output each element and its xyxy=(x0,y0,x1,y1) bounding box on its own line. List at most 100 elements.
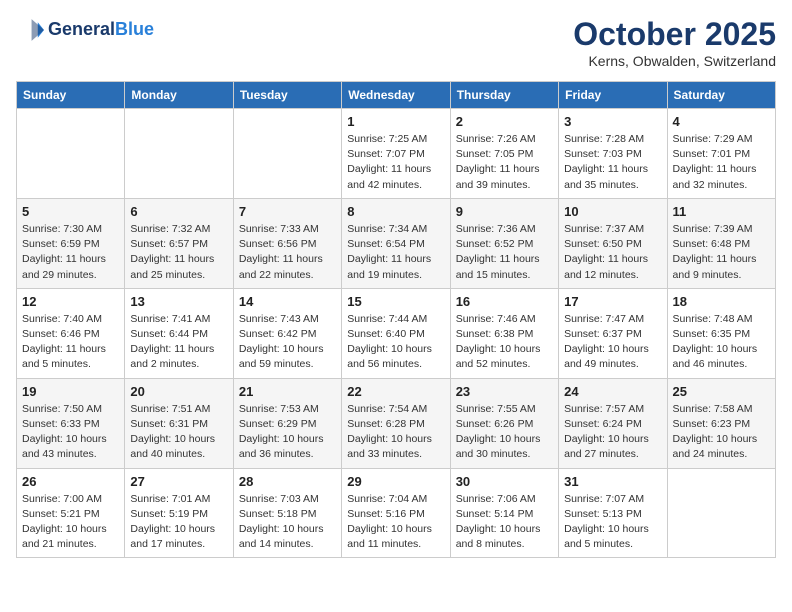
day-info: Sunrise: 7:03 AMSunset: 5:18 PMDaylight:… xyxy=(239,492,336,553)
calendar-cell: 25 Sunrise: 7:58 AMSunset: 6:23 PMDayligh… xyxy=(667,378,775,468)
calendar-cell: 23 Sunrise: 7:55 AMSunset: 6:26 PMDayligh… xyxy=(450,378,558,468)
day-info: Sunrise: 7:46 AMSunset: 6:38 PMDaylight:… xyxy=(456,312,553,373)
calendar-week-row: 26Sunrise: 7:00 AMSunset: 5:21 PMDayligh… xyxy=(17,468,776,558)
day-number: 15 xyxy=(347,294,444,309)
day-info: Sunrise: 7:01 AMSunset: 5:19 PMDaylight:… xyxy=(130,492,227,553)
calendar-cell: 11 Sunrise: 7:39 AMSunset: 6:48 PMDayligh… xyxy=(667,198,775,288)
day-info: Sunrise: 7:53 AMSunset: 6:29 PMDaylight:… xyxy=(239,402,336,463)
location: Kerns, Obwalden, Switzerland xyxy=(573,53,776,69)
day-info: Sunrise: 7:55 AMSunset: 6:26 PMDaylight:… xyxy=(456,402,553,463)
day-number: 24 xyxy=(564,384,661,399)
title-block: October 2025 Kerns, Obwalden, Switzerlan… xyxy=(573,16,776,69)
calendar-header-row: SundayMondayTuesdayWednesdayThursdayFrid… xyxy=(17,82,776,109)
column-header-monday: Monday xyxy=(125,82,233,109)
day-info: Sunrise: 7:29 AMSunset: 7:01 PMDaylight:… xyxy=(673,132,770,193)
calendar-cell: 28 Sunrise: 7:03 AMSunset: 5:18 PMDayligh… xyxy=(233,468,341,558)
day-info: Sunrise: 7:25 AMSunset: 7:07 PMDaylight:… xyxy=(347,132,444,193)
calendar-cell: 7 Sunrise: 7:33 AMSunset: 6:56 PMDaylight… xyxy=(233,198,341,288)
page-header: GeneralBlue October 2025 Kerns, Obwalden… xyxy=(16,16,776,69)
calendar-cell: 8 Sunrise: 7:34 AMSunset: 6:54 PMDaylight… xyxy=(342,198,450,288)
day-info: Sunrise: 7:06 AMSunset: 5:14 PMDaylight:… xyxy=(456,492,553,553)
day-number: 19 xyxy=(22,384,119,399)
day-number: 23 xyxy=(456,384,553,399)
logo-icon xyxy=(16,16,44,44)
day-number: 29 xyxy=(347,474,444,489)
day-number: 28 xyxy=(239,474,336,489)
day-number: 8 xyxy=(347,204,444,219)
calendar-cell: 27 Sunrise: 7:01 AMSunset: 5:19 PMDayligh… xyxy=(125,468,233,558)
calendar-cell: 13 Sunrise: 7:41 AMSunset: 6:44 PMDayligh… xyxy=(125,288,233,378)
day-info: Sunrise: 7:47 AMSunset: 6:37 PMDaylight:… xyxy=(564,312,661,373)
day-number: 10 xyxy=(564,204,661,219)
day-info: Sunrise: 7:26 AMSunset: 7:05 PMDaylight:… xyxy=(456,132,553,193)
day-info: Sunrise: 7:32 AMSunset: 6:57 PMDaylight:… xyxy=(130,222,227,283)
day-info: Sunrise: 7:50 AMSunset: 6:33 PMDaylight:… xyxy=(22,402,119,463)
day-info: Sunrise: 7:51 AMSunset: 6:31 PMDaylight:… xyxy=(130,402,227,463)
calendar-cell xyxy=(125,109,233,199)
day-info: Sunrise: 7:40 AMSunset: 6:46 PMDaylight:… xyxy=(22,312,119,373)
calendar-cell: 1 Sunrise: 7:25 AMSunset: 7:07 PMDaylight… xyxy=(342,109,450,199)
calendar-cell: 31 Sunrise: 7:07 AMSunset: 5:13 PMDayligh… xyxy=(559,468,667,558)
calendar-cell: 16 Sunrise: 7:46 AMSunset: 6:38 PMDayligh… xyxy=(450,288,558,378)
day-number: 31 xyxy=(564,474,661,489)
calendar-cell: 30 Sunrise: 7:06 AMSunset: 5:14 PMDayligh… xyxy=(450,468,558,558)
day-number: 21 xyxy=(239,384,336,399)
day-number: 2 xyxy=(456,114,553,129)
calendar-cell: 22 Sunrise: 7:54 AMSunset: 6:28 PMDayligh… xyxy=(342,378,450,468)
day-info: Sunrise: 7:44 AMSunset: 6:40 PMDaylight:… xyxy=(347,312,444,373)
day-info: Sunrise: 7:28 AMSunset: 7:03 PMDaylight:… xyxy=(564,132,661,193)
day-info: Sunrise: 7:54 AMSunset: 6:28 PMDaylight:… xyxy=(347,402,444,463)
day-number: 9 xyxy=(456,204,553,219)
day-number: 14 xyxy=(239,294,336,309)
calendar-cell: 18Sunrise: 7:48 AMSunset: 6:35 PMDayligh… xyxy=(667,288,775,378)
calendar-cell xyxy=(233,109,341,199)
day-number: 4 xyxy=(673,114,770,129)
day-number: 13 xyxy=(130,294,227,309)
day-info: Sunrise: 7:34 AMSunset: 6:54 PMDaylight:… xyxy=(347,222,444,283)
day-info: Sunrise: 7:07 AMSunset: 5:13 PMDaylight:… xyxy=(564,492,661,553)
day-info: Sunrise: 7:58 AMSunset: 6:23 PMDaylight:… xyxy=(673,402,770,463)
calendar-cell: 26Sunrise: 7:00 AMSunset: 5:21 PMDayligh… xyxy=(17,468,125,558)
day-info: Sunrise: 7:36 AMSunset: 6:52 PMDaylight:… xyxy=(456,222,553,283)
day-number: 12 xyxy=(22,294,119,309)
day-number: 7 xyxy=(239,204,336,219)
column-header-tuesday: Tuesday xyxy=(233,82,341,109)
day-info: Sunrise: 7:41 AMSunset: 6:44 PMDaylight:… xyxy=(130,312,227,373)
calendar-cell: 29 Sunrise: 7:04 AMSunset: 5:16 PMDayligh… xyxy=(342,468,450,558)
calendar-cell: 24 Sunrise: 7:57 AMSunset: 6:24 PMDayligh… xyxy=(559,378,667,468)
day-info: Sunrise: 7:57 AMSunset: 6:24 PMDaylight:… xyxy=(564,402,661,463)
column-header-thursday: Thursday xyxy=(450,82,558,109)
calendar-cell: 5Sunrise: 7:30 AMSunset: 6:59 PMDaylight… xyxy=(17,198,125,288)
day-number: 20 xyxy=(130,384,227,399)
day-number: 25 xyxy=(673,384,770,399)
logo-text: GeneralBlue xyxy=(48,20,154,40)
column-header-saturday: Saturday xyxy=(667,82,775,109)
day-info: Sunrise: 7:04 AMSunset: 5:16 PMDaylight:… xyxy=(347,492,444,553)
calendar-cell: 10 Sunrise: 7:37 AMSunset: 6:50 PMDayligh… xyxy=(559,198,667,288)
calendar-cell: 17 Sunrise: 7:47 AMSunset: 6:37 PMDayligh… xyxy=(559,288,667,378)
day-number: 18 xyxy=(673,294,770,309)
day-info: Sunrise: 7:39 AMSunset: 6:48 PMDaylight:… xyxy=(673,222,770,283)
column-header-friday: Friday xyxy=(559,82,667,109)
calendar-cell: 6 Sunrise: 7:32 AMSunset: 6:57 PMDaylight… xyxy=(125,198,233,288)
calendar-cell: 12 Sunrise: 7:40 AMSunset: 6:46 PMDayligh… xyxy=(17,288,125,378)
day-number: 6 xyxy=(130,204,227,219)
day-info: Sunrise: 7:33 AMSunset: 6:56 PMDaylight:… xyxy=(239,222,336,283)
calendar-cell xyxy=(17,109,125,199)
calendar-week-row: 5Sunrise: 7:30 AMSunset: 6:59 PMDaylight… xyxy=(17,198,776,288)
day-info: Sunrise: 7:37 AMSunset: 6:50 PMDaylight:… xyxy=(564,222,661,283)
day-number: 30 xyxy=(456,474,553,489)
column-header-sunday: Sunday xyxy=(17,82,125,109)
calendar-cell: 3Sunrise: 7:28 AMSunset: 7:03 PMDaylight… xyxy=(559,109,667,199)
day-number: 22 xyxy=(347,384,444,399)
calendar-cell xyxy=(667,468,775,558)
day-info: Sunrise: 7:43 AMSunset: 6:42 PMDaylight:… xyxy=(239,312,336,373)
day-number: 26 xyxy=(22,474,119,489)
calendar-week-row: 19 Sunrise: 7:50 AMSunset: 6:33 PMDayligh… xyxy=(17,378,776,468)
day-number: 1 xyxy=(347,114,444,129)
day-number: 11 xyxy=(673,204,770,219)
day-number: 16 xyxy=(456,294,553,309)
column-header-wednesday: Wednesday xyxy=(342,82,450,109)
day-number: 17 xyxy=(564,294,661,309)
day-number: 27 xyxy=(130,474,227,489)
